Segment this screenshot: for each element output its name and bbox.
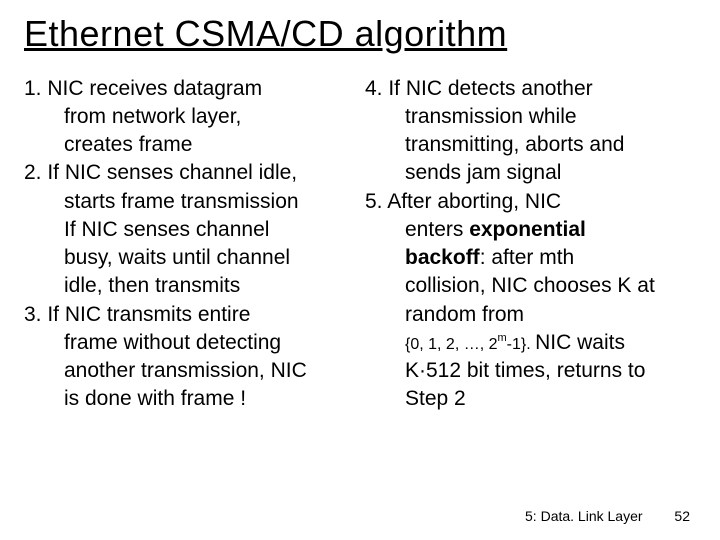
text: enters: [405, 218, 469, 241]
step-4-line: 4. If NIC detects another: [365, 76, 696, 102]
step-1-line: from network layer,: [24, 104, 355, 130]
step-4-line: transmission while: [365, 104, 696, 130]
step-5-line: 5. After aborting, NIC: [365, 189, 696, 215]
step-3-line: is done with frame !: [24, 386, 355, 412]
slide: Ethernet CSMA/CD algorithm 1. NIC receiv…: [0, 0, 720, 540]
step-5-line: enters exponential: [365, 217, 696, 243]
right-column: 4. If NIC detects another transmission w…: [365, 76, 696, 415]
text: : after mth: [480, 246, 575, 269]
slide-title: Ethernet CSMA/CD algorithm: [24, 14, 696, 54]
content-columns: 1. NIC receives datagram from network la…: [24, 76, 696, 415]
step-5-line: Step 2: [365, 386, 696, 412]
step-4-line: sends jam signal: [365, 160, 696, 186]
left-column: 1. NIC receives datagram from network la…: [24, 76, 355, 415]
step-2-line: busy, waits until channel: [24, 245, 355, 271]
step-5-line: collision, NIC chooses K at: [365, 273, 696, 299]
step-1-line: 1. NIC receives datagram: [24, 76, 355, 102]
step-2-line: 2. If NIC senses channel idle,: [24, 160, 355, 186]
step-5-line: K·512 bit times, returns to: [365, 358, 696, 384]
bold-text: backoff: [405, 246, 480, 269]
slide-footer: 5: Data. Link Layer 52: [525, 508, 690, 524]
step-2-line: starts frame transmission: [24, 189, 355, 215]
step-5-line: backoff: after mth: [365, 245, 696, 271]
step-1-line: creates frame: [24, 132, 355, 158]
step-2-line: If NIC senses channel: [24, 217, 355, 243]
step-5-line: random from: [365, 302, 696, 328]
set-notation: {0, 1, 2, …, 2: [405, 336, 498, 353]
bold-text: exponential: [469, 218, 586, 241]
footer-page-number: 52: [674, 508, 690, 524]
step-2-line: idle, then transmits: [24, 273, 355, 299]
superscript: m: [498, 332, 507, 344]
step-4-line: transmitting, aborts and: [365, 132, 696, 158]
step-3-line: frame without detecting: [24, 330, 355, 356]
text: NIC waits: [535, 331, 625, 354]
footer-chapter: 5: Data. Link Layer: [525, 508, 643, 524]
step-3-line: 3. If NIC transmits entire: [24, 302, 355, 328]
step-3-line: another transmission, NIC: [24, 358, 355, 384]
step-5-line: {0, 1, 2, …, 2m-1}. NIC waits: [365, 330, 696, 356]
set-notation: -1}.: [507, 336, 535, 353]
